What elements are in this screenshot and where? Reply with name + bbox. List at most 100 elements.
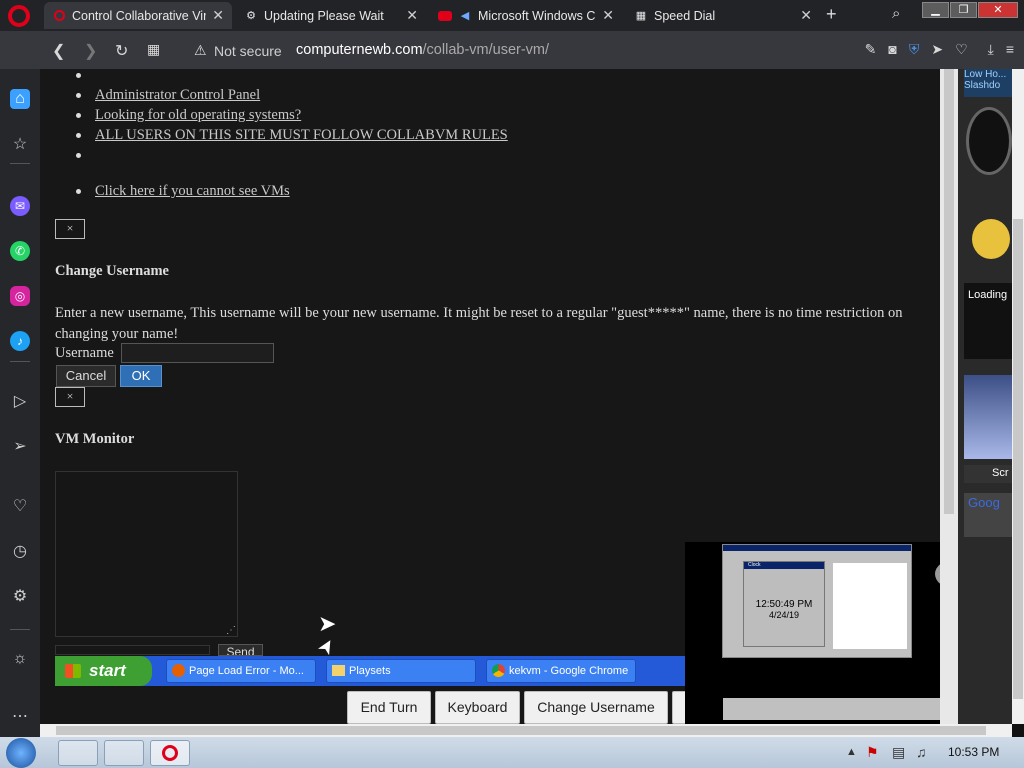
messenger-icon[interactable]: ✉: [10, 196, 30, 216]
search-icon[interactable]: ⌕: [892, 5, 900, 22]
end-turn-button[interactable]: End Turn: [347, 691, 431, 724]
edit-icon[interactable]: ✎: [865, 41, 877, 58]
heart-icon[interactable]: ♡: [10, 497, 30, 517]
horizontal-scrollbar[interactable]: [40, 724, 1012, 737]
address-actions: ✎ ◙ ⛨ ➤ ♡ ⤓ ≡: [865, 41, 1014, 58]
vm-taskbar: [723, 698, 975, 720]
close-icon[interactable]: ✕: [602, 7, 614, 24]
rules-link[interactable]: ALL USERS ON THIS SITE MUST FOLLOW COLLA…: [95, 127, 508, 144]
xp-task-playsets[interactable]: Playsets: [326, 659, 476, 683]
history-icon[interactable]: ◷: [10, 542, 30, 562]
url-path: /collab-vm/user-vm/: [422, 42, 550, 58]
tab-speed-dial[interactable]: ▦ Speed Dial ✕: [626, 2, 820, 29]
instagram-icon[interactable]: ◎: [10, 286, 30, 306]
scrollbar-thumb[interactable]: [944, 69, 954, 514]
divider: [10, 361, 30, 362]
more-icon[interactable]: ⋯: [10, 707, 30, 727]
firefox-icon: [172, 664, 185, 677]
chrome-icon: [492, 664, 505, 677]
heart-icon[interactable]: ♡: [955, 41, 968, 58]
scrollbar-thumb[interactable]: [1013, 219, 1023, 699]
menu-icon[interactable]: ≡: [1006, 41, 1014, 58]
tab-youtube[interactable]: ◀ Microsoft Windows Ch ✕: [430, 2, 622, 29]
minimize-button[interactable]: ▁: [922, 2, 949, 18]
close-button[interactable]: ×: [55, 219, 85, 239]
change-username-description: Enter a new username, This username will…: [55, 305, 903, 342]
security-label[interactable]: Not secure: [214, 43, 282, 59]
change-username-button[interactable]: Change Username: [524, 691, 668, 724]
tabs-grid-icon[interactable]: ▦: [147, 41, 160, 58]
system-clock[interactable]: 10:53 PM: [948, 745, 999, 759]
shield-icon[interactable]: ⛨: [909, 41, 920, 58]
tray-expand-icon[interactable]: ▲: [846, 746, 857, 758]
clock-date: 4/24/19: [768, 610, 800, 620]
whatsapp-icon[interactable]: ✆: [10, 241, 30, 261]
list-bullet: [76, 189, 81, 194]
tab-collabvm[interactable]: Control Collaborative Virtu ✕: [44, 2, 232, 29]
settings-icon[interactable]: ⚙: [10, 587, 30, 607]
opera-taskbar-icon[interactable]: [150, 740, 190, 766]
sidebar: ⌂ ☆ ✉ ✆ ◎ ♪ ▷ ➢ ♡ ◷ ⚙ ☼ ⋯: [0, 69, 40, 737]
xp-task-chrome[interactable]: kekvm - Google Chrome: [486, 659, 636, 683]
player-icon[interactable]: ▷: [10, 392, 30, 412]
close-icon[interactable]: ✕: [406, 7, 418, 24]
clock-title: Clock: [744, 562, 824, 569]
bulb-icon[interactable]: ☼: [10, 649, 30, 669]
windows-start-icon[interactable]: [6, 738, 36, 768]
xp-start-button[interactable]: start: [55, 656, 152, 686]
keyboard-button[interactable]: Keyboard: [435, 691, 520, 724]
download-icon[interactable]: ⤓: [988, 41, 994, 58]
file-list: [833, 563, 907, 649]
clock-gadget: [966, 107, 1012, 175]
camera-icon[interactable]: ◙: [888, 41, 896, 58]
clock-window: Clock 12:50:49 PM 4/24/19: [743, 561, 825, 647]
home-icon[interactable]: ⌂: [10, 89, 30, 109]
media-taskbar-icon[interactable]: [104, 740, 144, 766]
send-icon[interactable]: ➤: [931, 41, 943, 58]
new-tab-icon[interactable]: +: [826, 4, 837, 25]
desktop-gadgets: Low Ho... Slashdo Loading Scr Goog: [958, 69, 1012, 724]
xp-task-firefox[interactable]: Page Load Error - Mo...: [166, 659, 316, 683]
explorer-window: Clock 12:50:49 PM 4/24/19: [722, 544, 912, 658]
close-icon[interactable]: ✕: [212, 7, 224, 24]
opera-menu-icon[interactable]: [8, 5, 30, 27]
folder-icon: [332, 665, 345, 676]
tab-strip: Control Collaborative Virtu ✕ ⚙ Updating…: [0, 0, 1024, 31]
admin-panel-link[interactable]: Administrator Control Panel: [95, 87, 260, 104]
divider: [10, 629, 30, 630]
chat-input[interactable]: [55, 645, 210, 655]
window-close-button[interactable]: ✕: [978, 2, 1018, 18]
speaker-icon[interactable]: ◀: [458, 9, 472, 23]
maximize-button[interactable]: ❐: [950, 2, 977, 18]
back-icon[interactable]: ❮: [52, 41, 65, 61]
network-icon[interactable]: ▤: [892, 744, 905, 761]
star-icon[interactable]: ☆: [10, 135, 30, 155]
forward-icon[interactable]: ❯: [84, 41, 97, 61]
warning-icon[interactable]: ⚠: [194, 42, 207, 59]
right-scrollbar[interactable]: [1012, 69, 1024, 724]
list-bullet: [76, 113, 81, 118]
system-taskbar: ▲ ⚑ ▤ ♫ 10:53 PM: [0, 737, 1024, 768]
tab-title: Speed Dial: [654, 8, 716, 23]
page-scrollbar[interactable]: [940, 69, 958, 724]
action-center-icon[interactable]: ⚑: [866, 744, 879, 761]
username-input[interactable]: [121, 343, 274, 363]
scrollbar-thumb[interactable]: [56, 726, 986, 735]
ok-button[interactable]: OK: [120, 365, 162, 387]
vm-monitor-textarea[interactable]: [55, 471, 238, 637]
twitter-icon[interactable]: ♪: [10, 331, 30, 351]
flow-icon[interactable]: ➢: [10, 437, 30, 457]
cancel-button[interactable]: Cancel: [56, 365, 116, 387]
cannot-see-vms-link[interactable]: Click here if you cannot see VMs: [95, 183, 290, 200]
old-os-link[interactable]: Looking for old operating systems?: [95, 107, 301, 124]
tab-updating[interactable]: ⚙ Updating Please Wait ✕: [236, 2, 426, 29]
reload-icon[interactable]: ↻: [115, 41, 128, 61]
opera-icon: [162, 745, 178, 761]
close-button[interactable]: ×: [55, 387, 85, 407]
url-field[interactable]: computernewb.com/collab-vm/user-vm/: [296, 42, 549, 58]
resize-grip-icon[interactable]: ⋰: [226, 625, 236, 636]
send-button[interactable]: Send: [218, 644, 263, 656]
explorer-taskbar-icon[interactable]: [58, 740, 98, 766]
volume-icon[interactable]: ♫: [916, 744, 927, 760]
close-icon[interactable]: ✕: [800, 7, 812, 24]
